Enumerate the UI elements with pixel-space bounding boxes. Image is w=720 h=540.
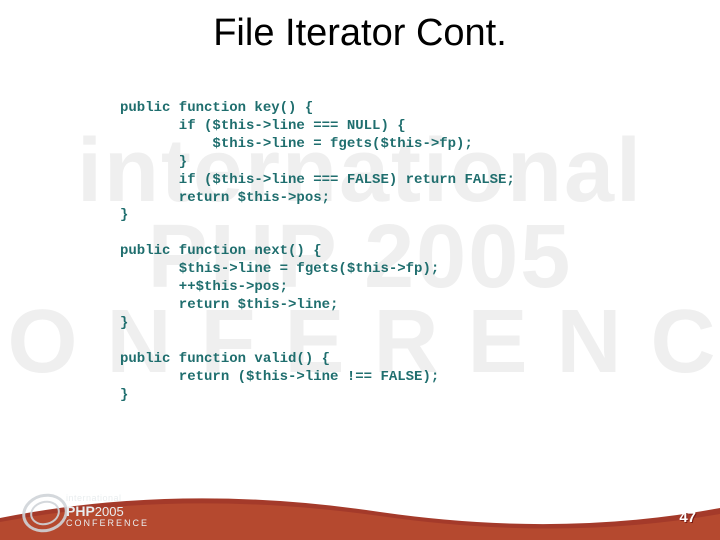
slide-title: File Iterator Cont. bbox=[0, 12, 720, 55]
logo-text: international PHP2005 CONFERENCE bbox=[66, 494, 149, 528]
logo-brand: PHP bbox=[66, 503, 95, 519]
code-block: public function key() { if ($this->line … bbox=[120, 100, 515, 404]
logo-year: 2005 bbox=[95, 504, 124, 519]
logo-line3: CONFERENCE bbox=[66, 519, 149, 528]
page-number: 47 bbox=[679, 509, 696, 526]
footer: international PHP2005 CONFERENCE 47 bbox=[0, 488, 720, 540]
logo-line2: PHP2005 bbox=[66, 504, 149, 519]
